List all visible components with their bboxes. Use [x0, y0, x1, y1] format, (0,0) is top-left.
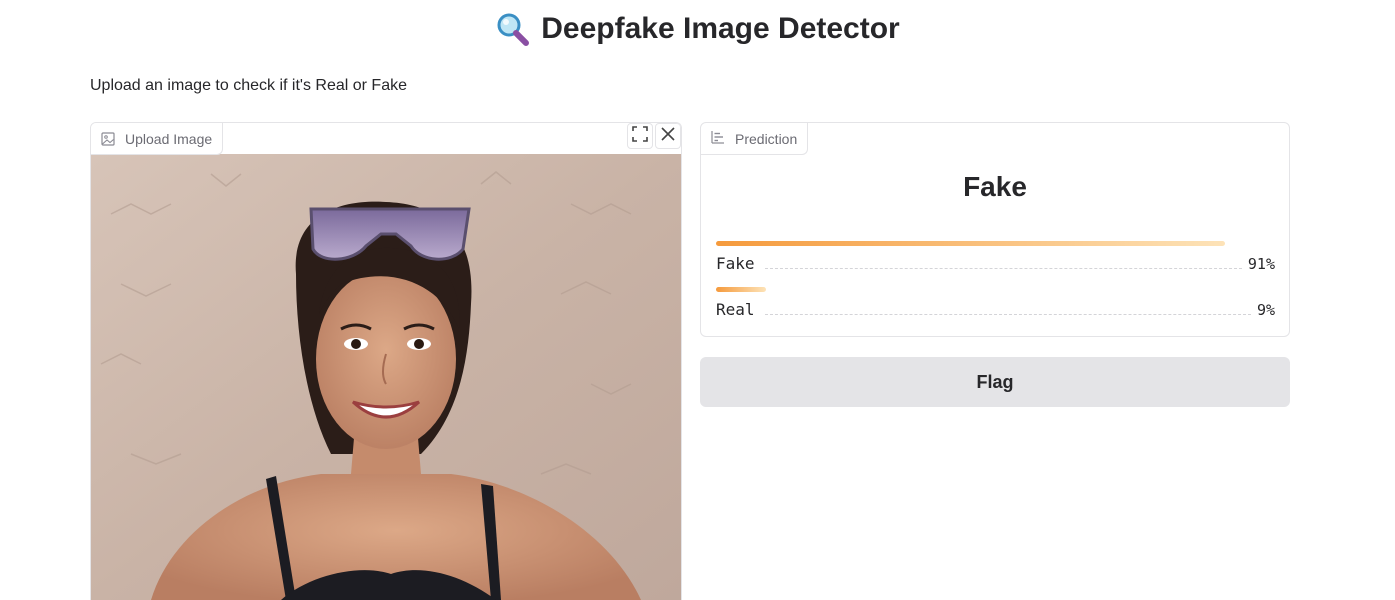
confidence-bar-fake: [716, 241, 1225, 246]
prediction-label: Prediction: [701, 123, 809, 155]
magnifier-icon: [495, 12, 530, 46]
confidence-row-fake[interactable]: Fake 91%: [716, 241, 1275, 273]
prediction-panel: Prediction Fake Fake 91% Real 9%: [700, 122, 1290, 337]
clear-image-button[interactable]: [655, 123, 681, 149]
image-icon: [101, 131, 115, 146]
image-toolbar: [627, 123, 681, 149]
confidence-leader: [764, 268, 1242, 269]
fullscreen-icon: [632, 125, 648, 147]
confidence-leader: [764, 314, 1251, 315]
uploaded-photo: [91, 154, 681, 600]
prediction-label-text: Prediction: [735, 130, 798, 147]
app-description: Upload an image to check if it's Real or…: [90, 77, 407, 94]
upload-image-panel[interactable]: Upload Image: [90, 122, 682, 600]
flag-button[interactable]: Flag: [700, 357, 1290, 407]
app-title-text: Deepfake Image Detector: [541, 12, 900, 45]
confidence-value-fake: 91%: [1247, 255, 1275, 273]
app-title: Deepfake Image Detector: [0, 12, 1395, 46]
confidence-label-real: Real: [716, 300, 755, 319]
fullscreen-button[interactable]: [627, 123, 653, 149]
confidence-label-fake: Fake: [716, 254, 755, 273]
uploaded-image-preview: [91, 154, 681, 600]
confidence-value-real: 9%: [1256, 301, 1275, 319]
upload-image-label: Upload Image: [91, 123, 224, 155]
bar-chart-icon: [711, 130, 725, 147]
confidence-bar-real: [716, 287, 767, 292]
confidence-row-real[interactable]: Real 9%: [716, 287, 1275, 319]
close-icon: [660, 126, 676, 147]
upload-image-label-text: Upload Image: [125, 130, 213, 147]
predicted-class: Fake: [963, 171, 1027, 202]
